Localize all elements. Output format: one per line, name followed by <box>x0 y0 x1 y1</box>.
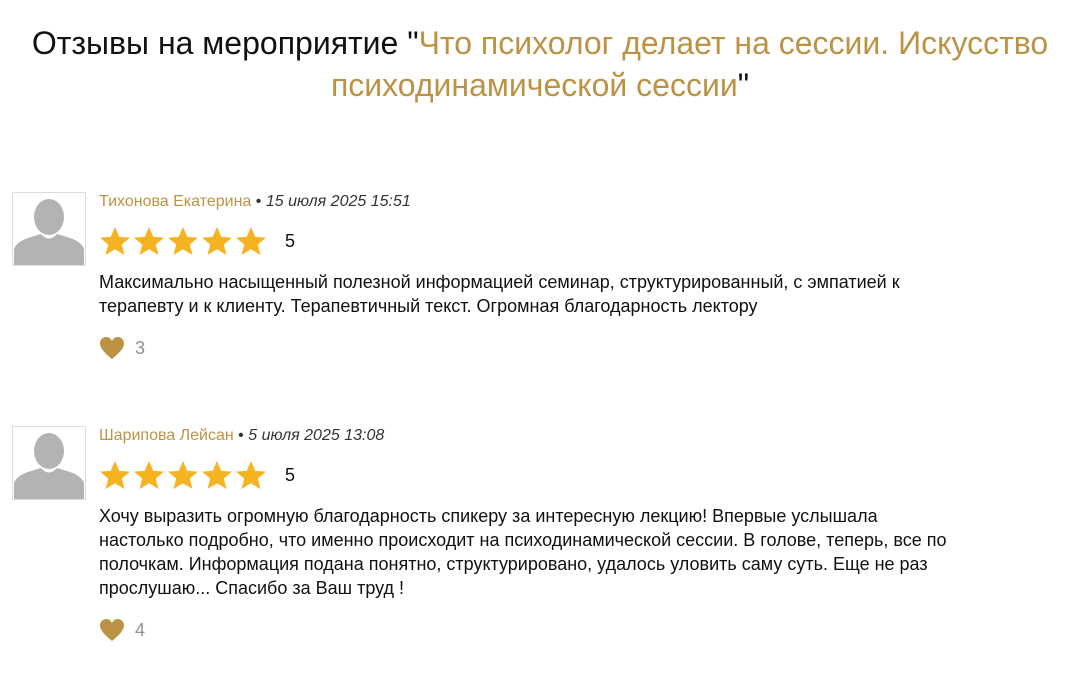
author-link[interactable]: Тихонова Екатерина <box>99 193 251 210</box>
review-body: Тихонова Екатерина • 15 июля 2025 15:51 … <box>99 192 1074 360</box>
meta-separator: • <box>238 427 244 444</box>
star-icon <box>236 461 266 489</box>
like-button[interactable]: 4 <box>99 618 1074 642</box>
star-icon <box>134 227 164 255</box>
star-icon <box>168 461 198 489</box>
review-text: Максимально насыщенный полезной информац… <box>99 272 900 316</box>
rating-value: 5 <box>285 464 296 485</box>
like-count: 4 <box>135 619 146 640</box>
star-icon <box>236 227 266 255</box>
like-button[interactable]: 3 <box>99 336 1074 360</box>
review-text: Хочу выразить огромную благодарность спи… <box>99 506 947 598</box>
review-date: 5 июля 2025 13:08 <box>248 427 385 444</box>
star-icon <box>168 227 198 255</box>
star-rating <box>99 460 269 490</box>
star-icon <box>202 461 232 489</box>
review-date: 15 июля 2025 15:51 <box>265 193 411 210</box>
review-meta: Шарипова Лейсан • 5 июля 2025 13:08 <box>99 426 1074 446</box>
default-user-avatar-icon <box>12 192 86 266</box>
author-link[interactable]: Шарипова Лейсан <box>99 427 234 444</box>
rating-value: 5 <box>285 230 296 251</box>
event-name: Что психолог делает на сессии. Искусство… <box>330 25 1049 103</box>
page-title: Отзывы на мероприятие "Что психолог дела… <box>0 22 1080 106</box>
star-icon <box>100 227 130 255</box>
page-title-suffix: " <box>737 67 750 103</box>
review-body: Шарипова Лейсан • 5 июля 2025 13:08 5 Хо… <box>99 426 1074 642</box>
rating-row: 5 <box>99 226 1074 256</box>
default-user-avatar-icon <box>12 426 86 500</box>
heart-icon <box>100 337 124 359</box>
like-count: 3 <box>135 337 146 358</box>
page-title-prefix: Отзывы на мероприятие " <box>31 25 419 61</box>
star-rating <box>99 226 269 256</box>
star-icon <box>202 227 232 255</box>
star-icon <box>100 461 130 489</box>
meta-separator: • <box>255 193 262 210</box>
star-icon <box>134 461 164 489</box>
heart-icon <box>100 619 124 641</box>
review-meta: Тихонова Екатерина • 15 июля 2025 15:51 <box>99 192 1074 212</box>
rating-row: 5 <box>99 460 1074 490</box>
